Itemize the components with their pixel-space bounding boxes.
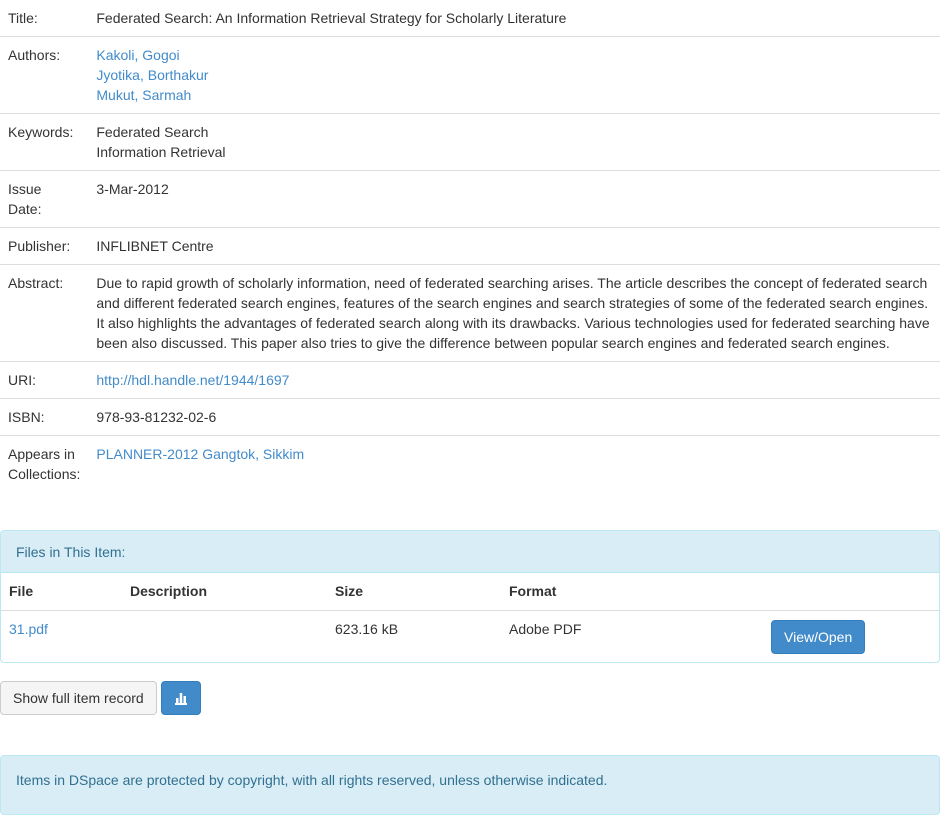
label-line: Date: <box>8 201 42 217</box>
files-panel: Files in This Item: File Description Siz… <box>0 530 940 663</box>
keyword: Information Retrieval <box>96 144 226 160</box>
metadata-label: Publisher: <box>0 227 89 265</box>
show-full-record-button[interactable]: Show full item record <box>0 681 157 715</box>
author-link[interactable]: Jyotika, Borthakur <box>96 67 208 83</box>
metadata-label: Title: <box>8 10 38 26</box>
author-link[interactable]: Mukut, Sarmah <box>96 87 191 103</box>
table-row: 31.pdf 623.16 kB Adobe PDF View/Open <box>1 609 939 662</box>
statistics-button[interactable] <box>161 681 201 715</box>
column-header-file: File <box>9 583 34 599</box>
metadata-row-keywords: Keywords: Federated Search Information R… <box>0 113 940 171</box>
format-cell: Adobe PDF <box>501 609 762 662</box>
metadata-label: URI: <box>0 361 89 399</box>
author-link[interactable]: Kakoli, Gogoi <box>96 47 179 63</box>
metadata-row-uri: URI: http://hdl.handle.net/1944/1697 <box>0 361 940 399</box>
column-header-description: Description <box>130 583 208 599</box>
file-cell: 31.pdf <box>1 609 122 662</box>
issue-date: 3-Mar-2012 <box>88 170 940 228</box>
keywords-list: Federated Search Information Retrieval <box>88 113 940 171</box>
metadata-row-issue-date: Issue Date: 3-Mar-2012 <box>0 170 940 228</box>
copyright-text: Items in DSpace are protected by copyrig… <box>16 772 608 788</box>
column-header-format: Format <box>509 583 557 599</box>
view-open-button[interactable]: View/Open <box>771 619 866 654</box>
action-cell: View/Open <box>762 609 939 662</box>
bar-chart-icon <box>175 693 187 705</box>
metadata-label: Issue Date: <box>0 170 89 228</box>
file-link[interactable]: 31.pdf <box>9 621 48 637</box>
item-title: Federated Search: An Information Retriev… <box>96 10 567 26</box>
files-table: File Description Size Format 31.pdf 623.… <box>1 573 939 662</box>
label-line: Collections: <box>8 466 81 482</box>
copyright-notice: Items in DSpace are protected by copyrig… <box>0 755 940 815</box>
size-cell: 623.16 kB <box>327 609 501 662</box>
metadata-row-publisher: Publisher: INFLIBNET Centre <box>0 227 940 265</box>
uri-cell: http://hdl.handle.net/1944/1697 <box>88 361 940 399</box>
description-cell <box>122 609 327 662</box>
files-table-header: File Description Size Format <box>1 573 939 610</box>
authors-list: Kakoli, Gogoi Jyotika, Borthakur Mukut, … <box>88 36 940 114</box>
label-line: Appears in <box>8 446 75 462</box>
collection-link[interactable]: PLANNER-2012 Gangtok, Sikkim <box>96 446 304 462</box>
item-metadata-table: Title: Federated Search: An Information … <box>0 0 940 492</box>
abstract-text: Due to rapid growth of scholarly informa… <box>88 264 940 362</box>
metadata-label: Appears in Collections: <box>0 435 89 492</box>
metadata-row-authors: Authors: Kakoli, Gogoi Jyotika, Borthaku… <box>0 36 940 114</box>
metadata-row-title: Title: Federated Search: An Information … <box>0 0 940 37</box>
metadata-label: Keywords: <box>0 113 89 171</box>
isbn: 978-93-81232-02-6 <box>88 398 940 436</box>
keyword: Federated Search <box>96 124 209 140</box>
metadata-row-isbn: ISBN: 978-93-81232-02-6 <box>0 398 940 436</box>
column-header-action <box>762 573 939 610</box>
label-line: Issue <box>8 181 42 197</box>
metadata-row-abstract: Abstract: Due to rapid growth of scholar… <box>0 264 940 362</box>
collections-cell: PLANNER-2012 Gangtok, Sikkim <box>88 435 940 492</box>
uri-link[interactable]: http://hdl.handle.net/1944/1697 <box>96 372 289 388</box>
metadata-label: ISBN: <box>0 398 89 436</box>
metadata-label: Abstract: <box>0 264 89 362</box>
metadata-label: Authors: <box>0 36 89 114</box>
publisher: INFLIBNET Centre <box>88 227 940 265</box>
files-panel-heading: Files in This Item: <box>1 531 939 573</box>
metadata-row-collections: Appears in Collections: PLANNER-2012 Gan… <box>0 435 940 492</box>
column-header-size: Size <box>335 583 364 599</box>
